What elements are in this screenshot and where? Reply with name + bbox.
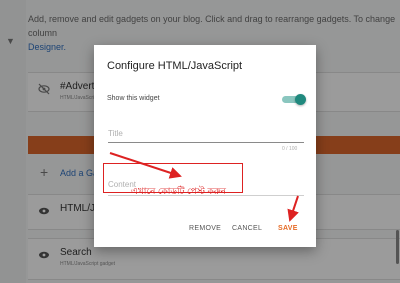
arrow-to-save (287, 195, 299, 222)
arrow-to-content (109, 152, 182, 179)
annotation-arrows (109, 152, 299, 222)
